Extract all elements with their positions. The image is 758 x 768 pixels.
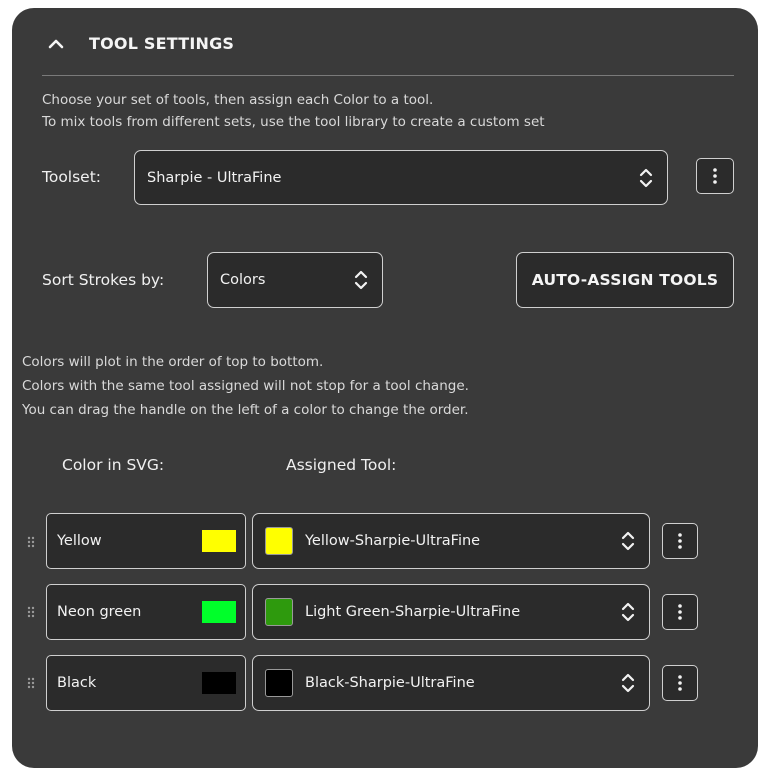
tool-select-neon-green[interactable]: Light Green-Sharpie-UltraFine [252,584,650,640]
intro-line-2: To mix tools from different sets, use th… [42,114,545,130]
toolset-more-button[interactable] [696,158,734,194]
toolset-select[interactable]: Sharpie - UltraFine [134,150,668,205]
tool-swatch [265,527,293,555]
tool-more-button-black[interactable] [662,665,698,701]
updown-chevron-icon [621,531,635,551]
header-divider [42,75,734,76]
column-header-color: Color in SVG: [62,456,165,474]
tool-value: Yellow-Sharpie-UltraFine [305,533,481,549]
sort-label: Sort Strokes by: [42,271,165,289]
updown-chevron-icon [621,673,635,693]
tool-value: Black-Sharpie-UltraFine [305,675,475,691]
chevron-up-icon[interactable] [44,32,68,56]
color-name: Yellow [57,533,102,549]
svg-color-black: Black [46,655,246,711]
updown-chevron-icon [639,168,653,187]
color-name: Black [57,675,97,691]
more-vertical-icon [713,168,717,184]
sort-select[interactable]: Colors [207,252,383,308]
intro-line-1: Choose your set of tools, then assign ea… [42,92,434,108]
tool-more-button-yellow[interactable] [662,523,698,559]
tool-swatch [265,669,293,697]
tool-select-black[interactable]: Black-Sharpie-UltraFine [252,655,650,711]
tool-select-yellow[interactable]: Yellow-Sharpie-UltraFine [252,513,650,569]
section-title: TOOL SETTINGS [89,34,235,53]
auto-assign-tools-button[interactable]: AUTO-ASSIGN TOOLS [516,252,734,308]
drag-handle-icon[interactable] [26,675,36,689]
more-vertical-icon [678,604,682,620]
info-line-2: Colors with the same tool assigned will … [22,378,469,394]
svg-color-yellow: Yellow [46,513,246,569]
more-vertical-icon [678,533,682,549]
tool-more-button-neon-green[interactable] [662,594,698,630]
svg-color-neon-green: Neon green [46,584,246,640]
more-vertical-icon [678,675,682,691]
color-swatch [202,530,236,552]
color-swatch [202,601,236,623]
info-line-1: Colors will plot in the order of top to … [22,354,324,370]
updown-chevron-icon [621,602,635,622]
toolset-label: Toolset: [42,168,102,186]
column-header-tool: Assigned Tool: [286,456,397,474]
tool-value: Light Green-Sharpie-UltraFine [305,604,521,620]
tool-swatch [265,598,293,626]
color-swatch [202,672,236,694]
drag-handle-icon[interactable] [26,604,36,618]
info-line-3: You can drag the handle on the left of a… [22,402,469,418]
drag-handle-icon[interactable] [26,534,36,548]
sort-value: Colors [220,272,266,288]
auto-assign-label: AUTO-ASSIGN TOOLS [531,271,719,289]
updown-chevron-icon [354,270,368,290]
toolset-value: Sharpie - UltraFine [147,169,282,186]
color-name: Neon green [57,604,142,620]
